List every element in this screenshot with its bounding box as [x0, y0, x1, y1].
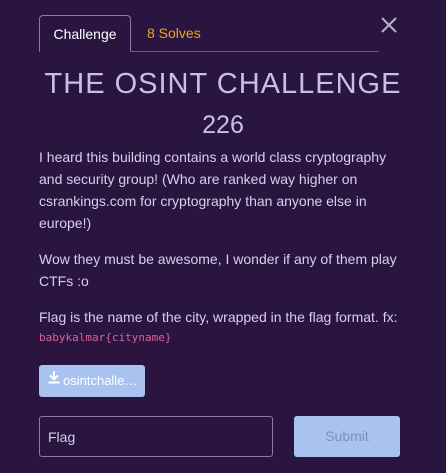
- challenge-title: THE OSINT CHALLENGE: [44, 68, 402, 100]
- tab-solves[interactable]: 8 Solves: [147, 15, 201, 51]
- download-icon: [47, 365, 61, 396]
- challenge-tabs: Challenge 8 Solves: [39, 15, 379, 52]
- close-icon[interactable]: [378, 14, 400, 36]
- description-paragraph: I heard this building contains a world c…: [39, 149, 387, 231]
- flag-format-code: babykalmar{cityname}: [39, 331, 172, 344]
- challenge-modal: Challenge 8 Solves THE OSINT CHALLENGE 2…: [0, 0, 446, 473]
- submit-button[interactable]: Submit: [294, 416, 400, 457]
- description-paragraph: Wow they must be awesome, I wonder if an…: [39, 251, 397, 289]
- challenge-points: 226: [202, 111, 244, 139]
- description-paragraph: Flag is the name of the city, wrapped in…: [39, 306, 409, 348]
- attachment-label: osintchalle…: [63, 373, 138, 388]
- download-attachment-button[interactable]: osintchalle…: [39, 365, 145, 397]
- challenge-description: I heard this building contains a world c…: [39, 146, 409, 348]
- tab-challenge[interactable]: Challenge: [39, 15, 131, 52]
- flag-format-label: Flag is the name of the city, wrapped in…: [39, 309, 398, 325]
- flag-input[interactable]: [39, 416, 273, 457]
